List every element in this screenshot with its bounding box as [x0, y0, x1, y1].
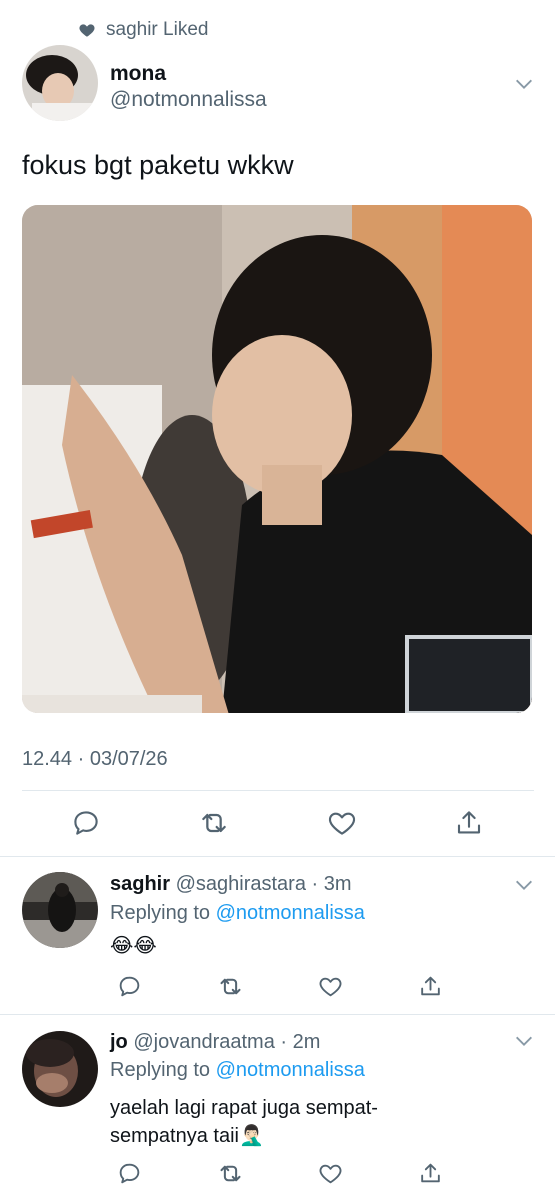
social-context: saghir Liked [78, 18, 208, 42]
tweet-photo[interactable] [22, 205, 532, 713]
reply-icon [119, 1163, 140, 1183]
share-icon [457, 811, 480, 834]
divider [0, 856, 555, 857]
like-button[interactable] [318, 1161, 343, 1186]
retweet-icon [220, 978, 241, 994]
reply-header: saghir @saghirastara · 3m [110, 873, 352, 896]
replying-to-link[interactable]: @notmonnalissa [216, 902, 365, 924]
reply-actions [80, 1155, 480, 1191]
separator-dot: · [305, 873, 324, 895]
like-icon [328, 812, 355, 835]
divider [0, 1014, 555, 1015]
reply-icon [119, 976, 140, 996]
reply-header: jo @jovandraatma · 2m [110, 1031, 320, 1054]
tweet-menu-button[interactable] [513, 73, 535, 100]
reply-avatar[interactable] [22, 1031, 98, 1107]
tweet-timestamp: 12.44 · 03/07/26 [22, 748, 168, 770]
retweet-icon [201, 813, 226, 833]
like-button[interactable] [327, 808, 357, 838]
reply-author-name[interactable]: saghir [110, 873, 170, 895]
author-name[interactable]: mona [110, 62, 166, 86]
reply-menu-button[interactable] [513, 1030, 535, 1057]
author-handle[interactable]: @notmonnalissa [110, 88, 267, 112]
share-button[interactable] [418, 974, 443, 999]
reply-author-handle[interactable]: @saghirastara [176, 873, 306, 895]
like-button[interactable] [318, 974, 343, 999]
chevron-down-icon [516, 880, 532, 890]
like-icon [319, 1164, 342, 1183]
reply-button[interactable] [71, 808, 101, 838]
divider [22, 790, 534, 791]
reply-icon [73, 811, 98, 835]
replying-to: Replying to @notmonnalissa [110, 1059, 365, 1082]
tweet-actions [22, 800, 532, 846]
share-icon [420, 1163, 440, 1182]
reply-actions [80, 968, 480, 1004]
heart-icon [79, 24, 95, 37]
reply-menu-button[interactable] [513, 874, 535, 901]
share-button[interactable] [418, 1161, 443, 1186]
like-icon [319, 977, 342, 996]
replying-to-link[interactable]: @notmonnalissa [216, 1059, 365, 1081]
reply-author-name[interactable]: jo [110, 1031, 128, 1053]
replying-to-label: Replying to [110, 902, 211, 924]
reply-text: yaelah lagi rapat juga sempat- sempatnya… [110, 1094, 378, 1150]
retweet-icon [220, 1165, 241, 1181]
retweet-button[interactable] [217, 973, 244, 1000]
share-icon [420, 976, 440, 995]
reply-text-line: sempatnya taii🤦🏻‍♂️ [110, 1125, 264, 1147]
chevron-down-icon [516, 79, 532, 89]
reply-time: 2m [292, 1031, 321, 1053]
replying-to: Replying to @notmonnalissa [110, 902, 365, 925]
separator-dot: · [274, 1031, 293, 1053]
reply-author-handle[interactable]: @jovandraatma [133, 1031, 274, 1053]
author-avatar[interactable] [22, 45, 98, 121]
reply-button[interactable] [117, 1161, 142, 1186]
reply-text: 😂😂 [110, 935, 157, 957]
retweet-button[interactable] [198, 807, 230, 839]
retweet-button[interactable] [217, 1160, 244, 1187]
reply-text-line: yaelah lagi rapat juga sempat- [110, 1097, 378, 1119]
reply-button[interactable] [117, 974, 142, 999]
social-context-text: saghir Liked [106, 19, 209, 40]
replying-to-label: Replying to [110, 1059, 211, 1081]
share-button[interactable] [454, 808, 484, 838]
tweet-text: fokus bgt paketu wkkw [22, 150, 294, 180]
chevron-down-icon [516, 1036, 532, 1046]
reply-avatar[interactable] [22, 872, 98, 948]
reply-time: 3m [323, 873, 352, 895]
